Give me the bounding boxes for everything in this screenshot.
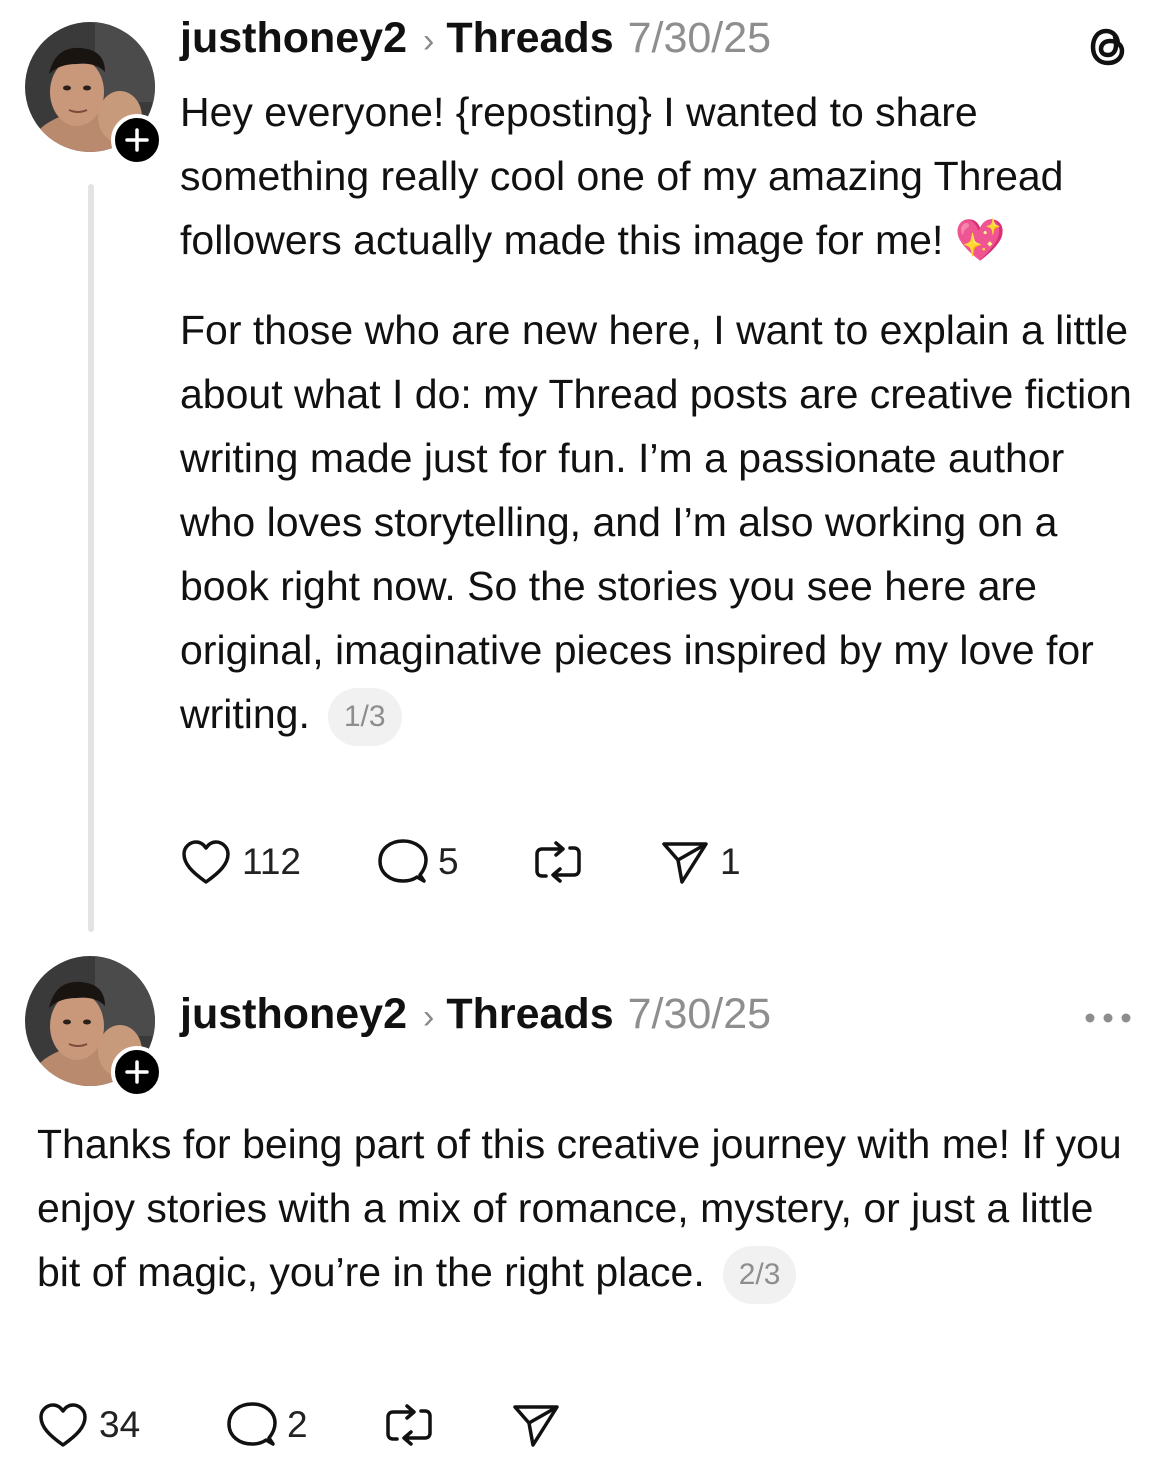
reply-button[interactable]: 2 <box>225 1400 383 1450</box>
breadcrumb-separator: › <box>423 998 435 1036</box>
post-header: justhoney2 › Threads 7/30/25 <box>180 990 771 1039</box>
reply-button[interactable]: 5 <box>376 837 532 887</box>
share-button[interactable]: 1 <box>660 838 741 886</box>
page-indicator: 1/3 <box>327 688 402 747</box>
repost-button[interactable] <box>383 1401 511 1449</box>
post-body: Hey everyone! {reposting} I wanted to sh… <box>180 80 1140 747</box>
breadcrumb-separator: › <box>423 22 435 60</box>
thread-connector-line <box>88 184 94 932</box>
post-actions: 34 2 <box>37 1395 571 1455</box>
username-link[interactable]: justhoney2 <box>180 14 407 63</box>
post-actions: 112 5 1 <box>180 832 741 892</box>
follow-button[interactable] <box>111 1046 163 1098</box>
like-count: 112 <box>242 841 301 882</box>
share-count: 1 <box>720 841 741 882</box>
plus-icon <box>125 128 149 152</box>
threads-logo-icon[interactable] <box>1080 18 1136 74</box>
comment-icon <box>227 1402 277 1446</box>
post-paragraph-text: Thanks for being part of this creative j… <box>37 1121 1122 1295</box>
reply-count: 2 <box>287 1404 308 1445</box>
like-count: 34 <box>99 1404 141 1445</box>
post-body: Thanks for being part of this creative j… <box>37 1112 1137 1305</box>
plus-icon <box>125 1060 149 1084</box>
send-icon <box>513 1405 559 1447</box>
reply-count: 5 <box>438 841 459 882</box>
share-button[interactable] <box>511 1401 571 1449</box>
heart-icon <box>39 1403 87 1447</box>
thread-post: justhoney2 › Threads 7/30/25 Hey everyon… <box>0 0 1170 940</box>
post-paragraph: Thanks for being part of this creative j… <box>37 1112 1137 1305</box>
send-icon <box>662 842 708 884</box>
post-paragraph-text: For those who are new here, I want to ex… <box>180 307 1132 737</box>
post-timestamp: 7/30/25 <box>627 14 772 62</box>
community-link[interactable]: Threads <box>446 990 613 1039</box>
repost-icon <box>535 841 581 883</box>
post-timestamp: 7/30/25 <box>627 990 772 1038</box>
repost-button[interactable] <box>532 838 660 886</box>
thread-post: justhoney2 › Threads 7/30/25 Thanks for … <box>0 940 1170 1483</box>
heart-icon <box>182 840 230 884</box>
page-indicator: 2/3 <box>722 1246 797 1305</box>
username-link[interactable]: justhoney2 <box>180 990 407 1039</box>
more-options-icon[interactable] <box>1080 1000 1136 1036</box>
post-header: justhoney2 › Threads 7/30/25 <box>180 14 771 63</box>
like-button[interactable]: 34 <box>37 1401 225 1449</box>
follow-button[interactable] <box>111 114 163 166</box>
repost-icon <box>386 1404 432 1446</box>
post-paragraph: Hey everyone! {reposting} I wanted to sh… <box>180 89 1064 263</box>
community-link[interactable]: Threads <box>446 14 613 63</box>
like-button[interactable]: 112 <box>180 838 376 886</box>
post-paragraph: For those who are new here, I want to ex… <box>180 298 1140 747</box>
comment-icon <box>378 839 428 883</box>
